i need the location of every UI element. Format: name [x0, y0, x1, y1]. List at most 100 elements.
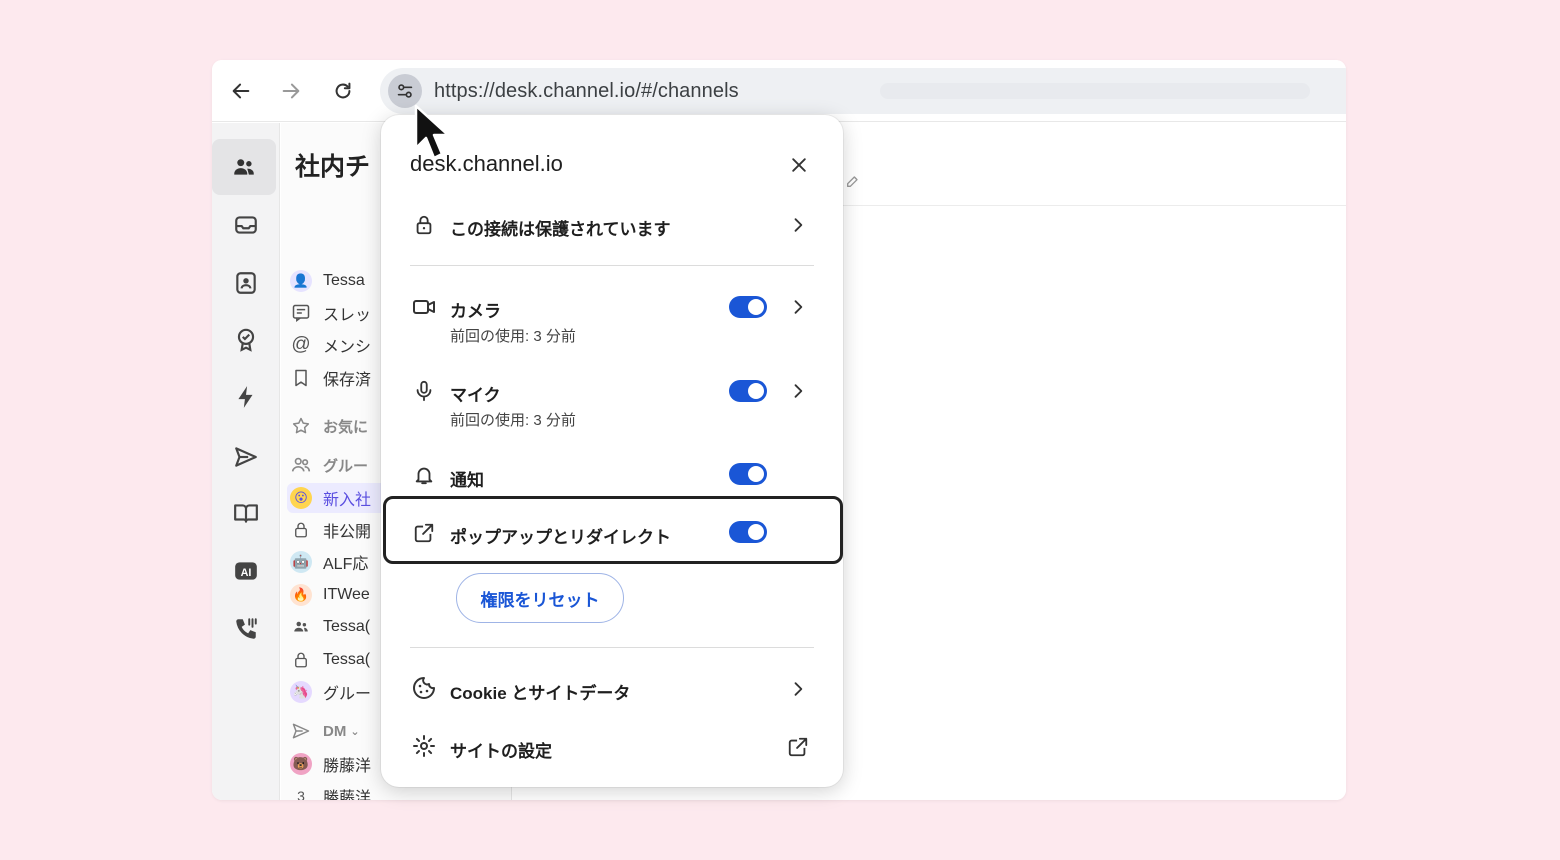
bear-icon: 🐻 [287, 750, 315, 778]
thread-icon [287, 299, 315, 327]
sidebar-item-label: ALF応 [323, 556, 369, 573]
mouse-cursor-icon [414, 104, 450, 160]
rail-item-docs[interactable] [212, 485, 280, 541]
dm-count: 3 [297, 788, 305, 800]
star-icon [287, 412, 315, 440]
connection-row[interactable]: この接続は保護されています [381, 207, 843, 243]
notification-row[interactable]: 通知 [381, 461, 843, 491]
edit-icon[interactable] [845, 173, 861, 189]
sidebar-item-label: 勝藤洋 [323, 758, 372, 775]
notification-toggle[interactable] [729, 463, 767, 485]
lock-icon [411, 212, 437, 238]
phone-icon [236, 618, 257, 639]
site-settings-row[interactable]: サイトの設定 [381, 731, 843, 761]
divider [410, 265, 814, 266]
sidebar-item-label: 非公開 [323, 524, 372, 541]
arrow-right-icon [282, 83, 300, 99]
sidebar-item-label: スレッ [323, 307, 372, 324]
sidebar-item-label: ITWee [323, 586, 370, 603]
cookie-row[interactable]: Cookie とサイトデータ [381, 673, 843, 703]
sidebar-item-label: 新入社 [323, 492, 372, 509]
section-label: グルー [323, 457, 369, 475]
browser-toolbar: https://desk.channel.io/#/channels [212, 60, 1346, 122]
sidebar-item-label: メンシ [323, 339, 372, 356]
rail-item-contacts[interactable] [212, 255, 280, 311]
cookie-label: Cookie とサイトデータ [450, 684, 631, 703]
sidebar-item-label: Tessa( [323, 651, 371, 668]
fire-icon: 🔥 [287, 581, 315, 609]
rail-item-campaign[interactable] [212, 429, 280, 485]
close-button[interactable] [785, 151, 813, 179]
people-icon [287, 613, 315, 641]
lightning-icon [238, 386, 253, 408]
microphone-toggle[interactable] [729, 380, 767, 402]
rail-item-inbox[interactable] [212, 197, 280, 253]
sidebar-item-label: 保存済 [323, 372, 372, 389]
chevron-down-icon: ⌄ [350, 725, 360, 738]
url-placeholder-bar [880, 83, 1310, 99]
rail-item-automation[interactable] [212, 369, 280, 425]
chevron-right-icon [787, 214, 809, 236]
section-label: DM [323, 722, 347, 740]
sidebar-item-label: グルー [323, 686, 372, 703]
inbox-icon [235, 216, 257, 234]
avatar: 👤 [287, 267, 315, 295]
workspace-title: 社内チ [295, 153, 371, 181]
badge-check-icon [237, 328, 255, 352]
reload-icon [335, 82, 351, 99]
reload-button[interactable] [328, 76, 358, 106]
people-icon [234, 159, 254, 175]
ai-icon: AI [235, 562, 257, 580]
site-info-button[interactable] [388, 74, 422, 108]
sidebar-item-label: Tessa [323, 272, 365, 289]
divider [410, 647, 814, 648]
highlight-frame [383, 496, 843, 564]
camera-icon [411, 294, 437, 320]
camera-label: カメラ [450, 302, 501, 321]
chevron-right-icon [787, 296, 809, 318]
cookie-icon [411, 675, 437, 701]
app-rail: AI [212, 123, 280, 800]
connection-label: この接続は保護されています [450, 220, 671, 239]
send-icon [235, 447, 257, 467]
robot-icon: 🤖 [287, 548, 315, 576]
address-bar[interactable]: https://desk.channel.io/#/channels [380, 68, 1346, 114]
camera-last-used: 前回の使用: 3 分前 [450, 328, 576, 345]
gear-icon [411, 733, 437, 759]
send-icon [287, 717, 315, 745]
chevron-right-icon [787, 380, 809, 402]
camera-row[interactable]: カメラ 前回の使用: 3 分前 [381, 293, 843, 345]
section-label: お気に [323, 418, 369, 436]
bookmark-icon [287, 364, 315, 392]
microphone-icon [411, 378, 437, 404]
mention-icon: @ [291, 334, 311, 355]
microphone-label: マイク [450, 386, 501, 405]
url-text: https://desk.channel.io/#/channels [434, 80, 739, 102]
rail-item-badge[interactable] [212, 311, 280, 367]
svg-text:AI: AI [241, 567, 252, 579]
bell-icon [411, 462, 437, 488]
rail-item-team-chat[interactable] [212, 139, 276, 195]
contact-card-icon [236, 272, 256, 294]
lock-icon [287, 646, 315, 674]
group-icon [287, 451, 315, 479]
tune-icon [397, 84, 413, 98]
reset-permissions-button[interactable]: 権限をリセット [456, 573, 624, 623]
rail-item-ai[interactable]: AI [212, 543, 280, 599]
site-info-popup: desk.channel.io この接続は保護されています カメラ 前回の使用:… [381, 115, 843, 787]
close-icon [792, 158, 806, 172]
arrow-left-icon [232, 83, 250, 99]
rail-item-phone[interactable] [212, 601, 280, 657]
chevron-right-icon [787, 678, 809, 700]
sidebar-item-label: Tessa( [323, 618, 371, 635]
lock-icon [287, 516, 315, 544]
book-icon [234, 504, 258, 523]
microphone-row[interactable]: マイク 前回の使用: 3 分前 [381, 377, 843, 429]
open-in-new-icon [787, 736, 809, 758]
forward-button[interactable] [276, 76, 306, 106]
site-settings-label: サイトの設定 [450, 742, 552, 761]
face-emoji-icon: 😮 [287, 484, 315, 512]
camera-toggle[interactable] [729, 296, 767, 318]
back-button[interactable] [226, 76, 256, 106]
unicorn-icon: 🦄 [287, 678, 315, 706]
